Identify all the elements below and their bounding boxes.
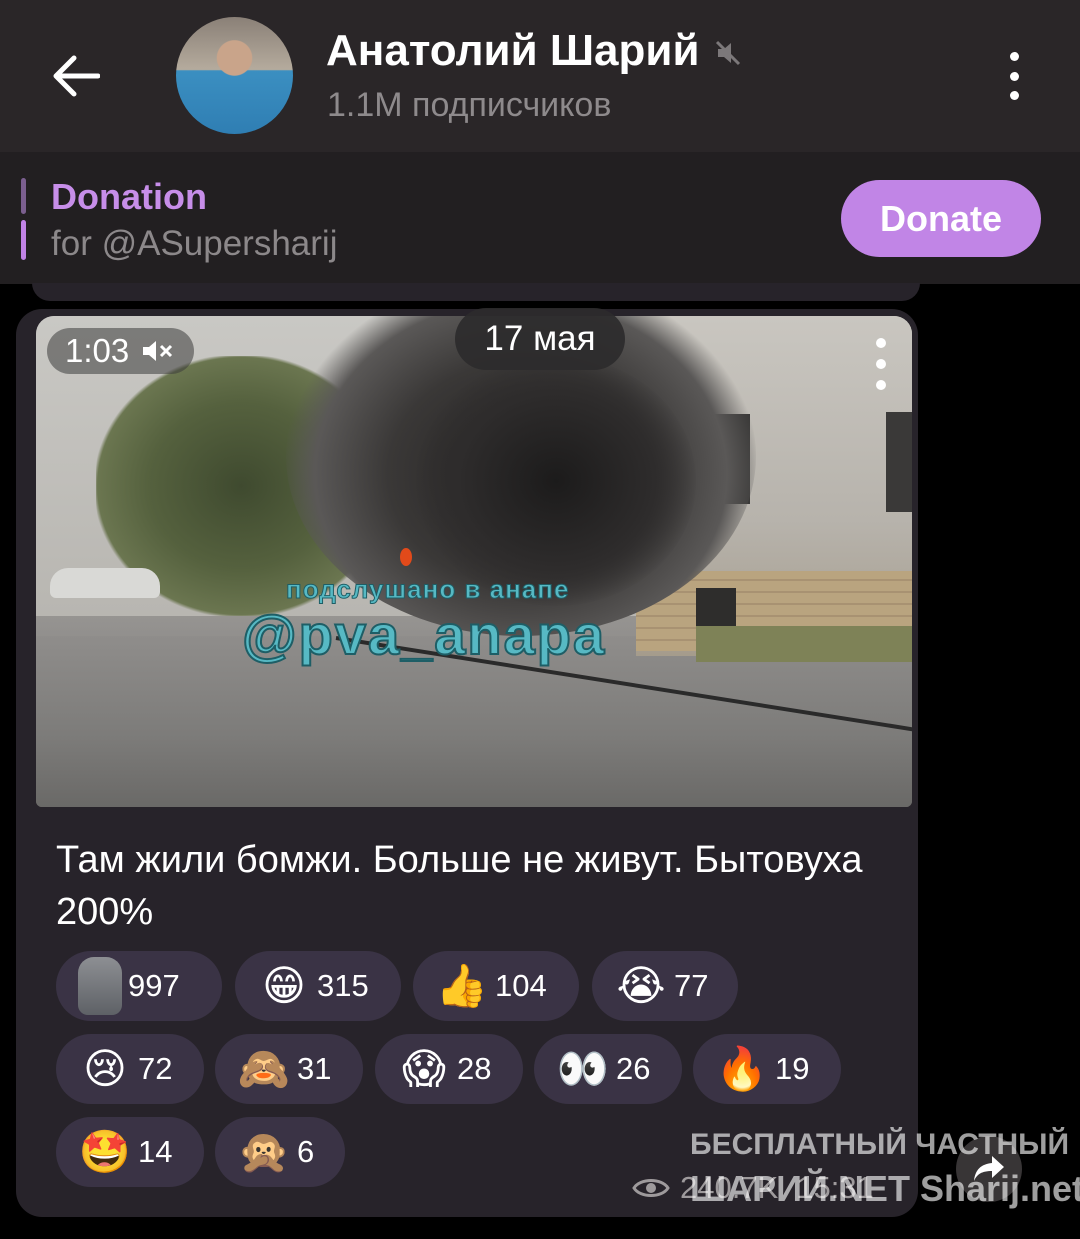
previous-message-bubble xyxy=(32,283,920,301)
reaction-star-struck[interactable]: 🤩 14 xyxy=(56,1117,204,1187)
crying-face-icon: 😭 xyxy=(616,961,666,1010)
fire-icon: 🔥 xyxy=(715,1044,769,1093)
eye-icon xyxy=(632,1179,670,1197)
reaction-eyes[interactable]: 👀 26 xyxy=(534,1034,682,1104)
reaction-count: 315 xyxy=(317,968,369,1003)
more-vertical-icon xyxy=(1009,52,1019,61)
back-button[interactable] xyxy=(44,44,108,108)
subscriber-count: 1.1M подписчиков xyxy=(327,86,612,124)
reaction-sad-tear[interactable]: 😢 72 xyxy=(56,1034,204,1104)
reaction-count: 6 xyxy=(297,1134,315,1169)
video-options-button[interactable] xyxy=(870,338,892,390)
reaction-fire[interactable]: 🔥 19 xyxy=(693,1034,841,1104)
reaction-count: 997 xyxy=(128,968,180,1003)
thumbs-up-icon: 👍 xyxy=(435,961,489,1010)
reaction-count: 104 xyxy=(495,968,547,1003)
message-time: 15:31 xyxy=(796,1170,874,1205)
video-player[interactable]: подслушано в анапе @pva_anapa xyxy=(36,316,912,807)
reaction-count: 28 xyxy=(457,1051,492,1086)
moai-icon: 🗿 xyxy=(78,957,122,1015)
reaction-count: 26 xyxy=(616,1051,651,1086)
video-watermark-line1: подслушано в анапе xyxy=(285,574,570,605)
grinning-face-icon: 😁 xyxy=(262,961,306,1010)
reaction-screaming[interactable]: 😱 28 xyxy=(375,1034,523,1104)
share-button[interactable] xyxy=(956,1136,1022,1202)
reaction-count: 14 xyxy=(138,1134,173,1169)
channel-avatar[interactable] xyxy=(176,17,293,134)
video-duration-badge[interactable]: 1:03 xyxy=(47,328,194,374)
channel-title-text: Анатолий Шарий xyxy=(326,26,700,75)
reaction-see-no-evil[interactable]: 🙈 31 xyxy=(215,1034,363,1104)
message-meta: 240.7K 15:31 xyxy=(632,1170,874,1206)
reaction-count: 31 xyxy=(297,1051,332,1086)
see-no-evil-monkey-icon: 🙈 xyxy=(237,1044,291,1093)
muted-icon xyxy=(714,28,742,78)
reaction-count: 72 xyxy=(138,1051,173,1086)
reaction-speak-no-evil[interactable]: 🙊 6 xyxy=(215,1117,345,1187)
reaction-count: 19 xyxy=(775,1051,810,1086)
donate-button[interactable]: Donate xyxy=(841,180,1041,257)
back-arrow-icon xyxy=(53,55,100,97)
star-struck-icon: 🤩 xyxy=(78,1127,132,1176)
channel-title[interactable]: Анатолий Шарий xyxy=(326,24,742,78)
screaming-face-icon: 😱 xyxy=(402,1044,446,1093)
muted-volume-icon xyxy=(141,339,175,363)
reaction-thumbs-up[interactable]: 👍 104 xyxy=(413,951,579,1021)
reaction-crying[interactable]: 😭 77 xyxy=(592,951,738,1021)
more-vertical-icon xyxy=(876,338,886,348)
reaction-moai[interactable]: 🗿 997 xyxy=(56,951,222,1021)
reaction-count: 77 xyxy=(674,968,709,1003)
pinned-title: Donation xyxy=(51,176,207,217)
view-count: 240.7K xyxy=(680,1170,779,1205)
reaction-grinning[interactable]: 😁 315 xyxy=(235,951,401,1021)
eyes-icon: 👀 xyxy=(556,1044,610,1093)
video-duration: 1:03 xyxy=(65,332,130,369)
video-watermark-line2: @pva_anapa xyxy=(241,602,607,667)
message-text: Там жили бомжи. Больше не живут. Бытовух… xyxy=(56,839,863,933)
more-options-button[interactable] xyxy=(990,48,1038,104)
pinned-indicator xyxy=(21,178,26,214)
share-arrow-icon xyxy=(974,1156,1004,1181)
date-separator: 17 мая xyxy=(455,308,625,370)
sad-tear-face-icon: 😢 xyxy=(83,1044,127,1093)
speak-no-evil-monkey-icon: 🙊 xyxy=(237,1127,291,1176)
pinned-indicator-active xyxy=(21,220,26,260)
pinned-subtitle: for @ASupersharij xyxy=(51,224,338,263)
